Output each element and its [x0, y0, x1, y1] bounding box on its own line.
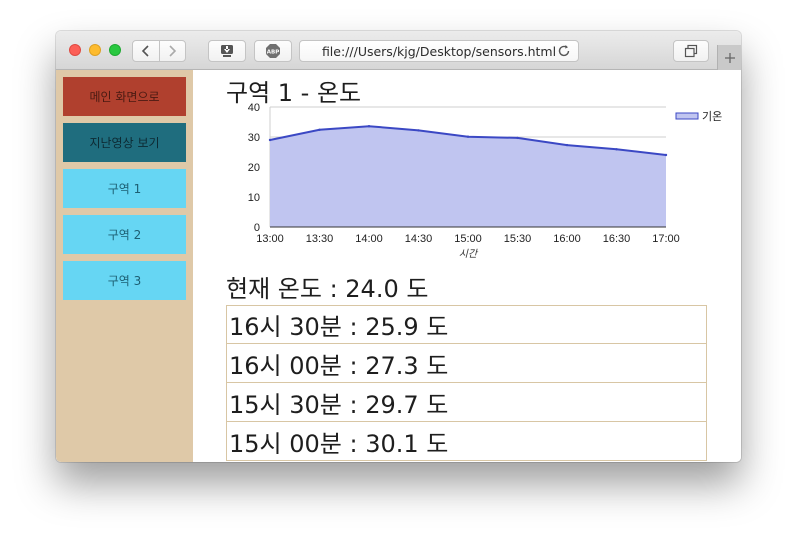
page-content: 메인 화면으로 지난영상 보기 구역 1 구역 2 구역 3 구역 1 - 온도…: [56, 70, 741, 462]
close-window-button[interactable]: [69, 44, 81, 56]
zone-1-label: 구역 1: [107, 182, 142, 196]
zone-3-button[interactable]: 구역 3: [63, 261, 186, 300]
address-bar[interactable]: file:///Users/kjg/Desktop/sensors.html: [299, 40, 579, 62]
history-row: 15시 00분 : 30.1 도: [226, 422, 707, 461]
downloads-button[interactable]: [208, 40, 246, 62]
back-button[interactable]: [133, 41, 159, 61]
x-tick-label: 13:00: [256, 233, 284, 245]
x-axis-label: 시간: [459, 248, 479, 260]
y-tick-label: 10: [248, 192, 260, 204]
new-tab-button[interactable]: [717, 45, 741, 70]
adblock-button[interactable]: ABP: [254, 40, 292, 62]
zone-1-button[interactable]: 구역 1: [63, 169, 186, 208]
sidebar: 메인 화면으로 지난영상 보기 구역 1 구역 2 구역 3: [56, 70, 193, 462]
chevron-left-icon: [141, 45, 149, 57]
data-point: [664, 153, 668, 157]
data-point: [516, 136, 519, 140]
history-row: 15시 30분 : 29.7 도: [226, 383, 707, 422]
past-video-label: 지난영상 보기: [89, 136, 160, 150]
legend-label: 기온: [702, 110, 722, 123]
browser-toolbar: ABP file:///Users/kjg/Desktop/sensors.ht…: [56, 31, 741, 70]
data-point: [367, 125, 371, 128]
tabs-overview-button[interactable]: [673, 40, 709, 62]
x-tick-label: 14:30: [405, 233, 433, 245]
y-tick-label: 20: [248, 162, 260, 174]
download-icon: [221, 45, 233, 57]
zone-2-label: 구역 2: [107, 228, 142, 242]
legend-swatch: [675, 112, 699, 120]
data-point: [565, 143, 569, 147]
svg-text:ABP: ABP: [267, 50, 279, 56]
temperature-chart: 01020304013:00 13:30 14:00 14:30 15:00 15:30 1…: [248, 103, 723, 260]
x-tick-label: 15:30: [504, 233, 532, 245]
current-temperature: 현재 온도 : 24.0 도: [226, 275, 429, 303]
history-row: 16시 30분 : 25.9 도: [226, 305, 707, 344]
minimize-window-button[interactable]: [89, 44, 101, 56]
data-point: [615, 148, 618, 151]
history-row: 16시 00분 : 27.3 도: [226, 344, 707, 383]
x-tick-label: 16:30: [603, 233, 631, 245]
data-point: [268, 138, 272, 142]
zone-2-button[interactable]: 구역 2: [63, 215, 186, 254]
y-tick-label: 40: [248, 103, 260, 114]
address-text: file:///Users/kjg/Desktop/sensors.html: [321, 43, 557, 59]
maximize-window-button[interactable]: [109, 44, 121, 56]
y-tick-label: 30: [248, 132, 260, 144]
zone-3-label: 구역 3: [107, 274, 142, 288]
navigation-buttons: [132, 40, 186, 62]
chevron-right-icon: [169, 45, 177, 57]
data-point: [417, 129, 420, 132]
series-area-fill: [270, 126, 666, 227]
main-screen-label: 메인 화면으로: [89, 90, 160, 104]
past-video-button[interactable]: 지난영상 보기: [63, 123, 186, 162]
browser-window: ABP file:///Users/kjg/Desktop/sensors.ht…: [56, 31, 741, 462]
data-point: [318, 128, 321, 131]
x-tick-label: 17:00: [652, 233, 680, 245]
reload-icon[interactable]: [557, 44, 571, 58]
main-panel: 구역 1 - 온도 0 10 20 30 40 13:00 13:30 14:00 14:30 1…: [226, 70, 726, 462]
x-tick-label: 15:00: [454, 233, 482, 245]
data-point: [466, 135, 470, 138]
tabs-icon: [684, 44, 698, 58]
adblock-icon: ABP: [266, 44, 280, 58]
x-tick-label: 14:00: [355, 233, 383, 245]
x-tick-label: 13:30: [306, 233, 334, 245]
x-tick-label: 16:00: [553, 233, 581, 245]
main-screen-button[interactable]: 메인 화면으로: [63, 77, 186, 116]
forward-button[interactable]: [158, 41, 186, 61]
plus-icon: [724, 52, 735, 63]
temperature-history: 16시 30분 : 25.9 도 16시 00분 : 27.3 도 15시 30…: [226, 305, 707, 461]
